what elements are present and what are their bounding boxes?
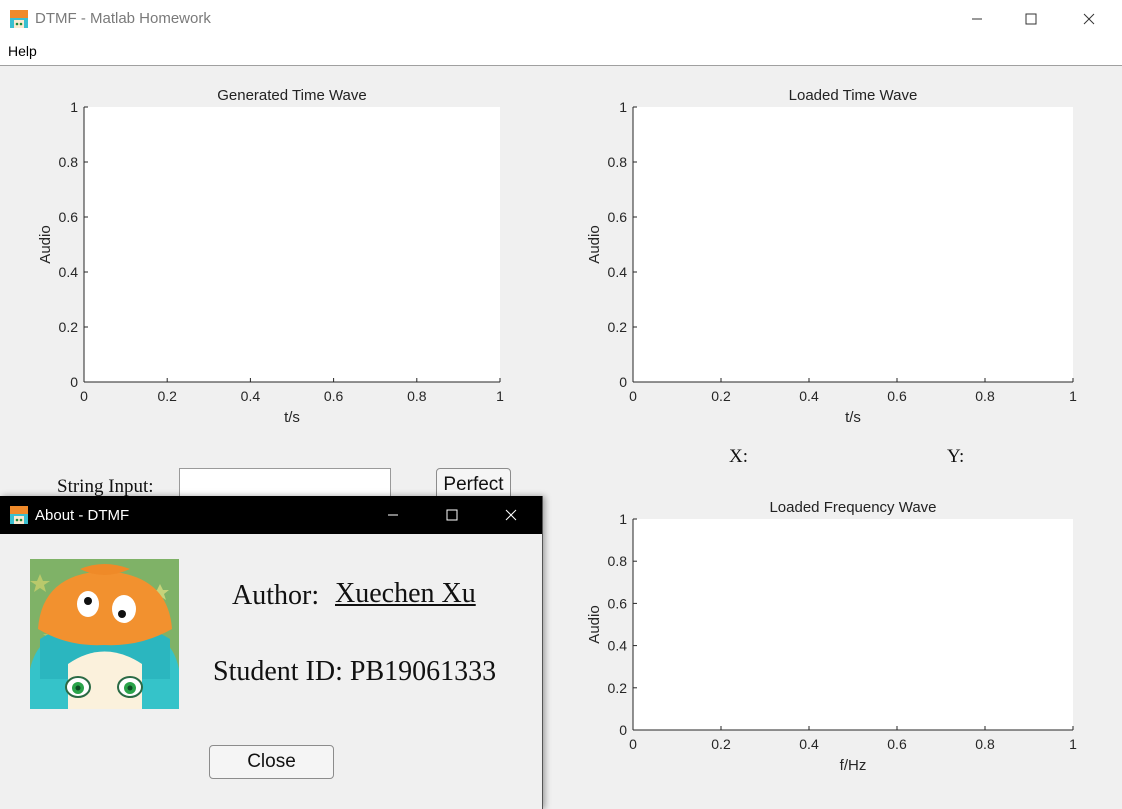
x-tick-label: 0.6 [887, 736, 907, 752]
x-tick-label: 0.4 [799, 388, 819, 404]
maximize-icon [446, 509, 458, 521]
x-tick-label: 0 [629, 736, 637, 752]
y-tick-label: 0.6 [608, 209, 628, 225]
about-title: About - DTMF [35, 507, 130, 524]
y-tick-label: 1 [619, 99, 627, 115]
x-tick-label: 0 [80, 388, 88, 404]
y-tick-label: 0 [619, 374, 627, 390]
x-coordinate-label: X: [729, 446, 748, 467]
about-maximize-button[interactable] [429, 496, 475, 534]
y-tick-label: 0.2 [59, 319, 79, 335]
generated-time-axes[interactable]: 0 0.2 0.4 0.6 0.8 1 0 0.2 0.4 0.6 0.8 1 t/s Audio [0, 0, 560, 440]
close-icon [505, 509, 517, 521]
y-axis-label: Audio [586, 605, 603, 643]
x-tick-label: 0.2 [711, 388, 731, 404]
x-tick-label: 1 [496, 388, 504, 404]
x-axis-label: t/s [845, 409, 861, 426]
about-minimize-button[interactable] [370, 496, 416, 534]
x-tick-label: 0 [629, 388, 637, 404]
x-tick-label: 0.6 [324, 388, 344, 404]
x-tick-label: 0.6 [887, 388, 907, 404]
plot-area [633, 107, 1073, 382]
about-titlebar: About - DTMF [0, 496, 542, 534]
author-label: Author: [232, 580, 320, 611]
avatar-image [30, 559, 179, 709]
x-axis-label: t/s [284, 409, 300, 426]
x-tick-label: 0.8 [407, 388, 427, 404]
y-tick-label: 0.8 [608, 154, 628, 170]
y-tick-label: 1 [70, 99, 78, 115]
y-tick-label: 0.2 [608, 680, 628, 696]
y-tick-label: 0.8 [59, 154, 79, 170]
minimize-icon [388, 514, 398, 516]
y-tick-label: 0 [619, 722, 627, 738]
y-tick-label: 0.8 [608, 553, 628, 569]
plot-area [84, 107, 500, 382]
x-tick-label: 0.2 [157, 388, 177, 404]
y-axis-label: Audio [586, 225, 603, 263]
y-tick-label: 0.6 [59, 209, 79, 225]
x-tick-label: 1 [1069, 736, 1077, 752]
y-tick-label: 0.6 [608, 595, 628, 611]
loaded-frequency-axes[interactable]: 0 0.2 0.4 0.6 0.8 1 0 0.2 0.4 0.6 0.8 1 f/Hz Audio [560, 490, 1122, 809]
x-tick-label: 0.4 [799, 736, 819, 752]
author-name-link[interactable]: Xuechen Xu [335, 578, 476, 610]
student-id-label: Student ID: PB19061333 [213, 656, 497, 687]
x-tick-label: 1 [1069, 388, 1077, 404]
x-tick-label: 0.2 [711, 736, 731, 752]
y-tick-label: 0.4 [608, 638, 628, 654]
y-tick-label: 0 [70, 374, 78, 390]
app-icon [10, 506, 28, 524]
x-tick-label: 0.4 [241, 388, 261, 404]
y-axis-label: Audio [37, 225, 54, 263]
x-tick-label: 0.8 [975, 736, 995, 752]
y-tick-label: 1 [619, 511, 627, 527]
x-axis-label: f/Hz [840, 757, 867, 774]
string-input-label: String Input: [57, 476, 154, 497]
plot-area [633, 519, 1073, 730]
x-tick-label: 0.8 [975, 388, 995, 404]
about-close-dialog-button[interactable]: Close [209, 745, 334, 779]
loaded-time-axes[interactable]: 0 0.2 0.4 0.6 0.8 1 0 0.2 0.4 0.6 0.8 1 t/s Audio [560, 0, 1122, 440]
about-dialog: About - DTMF Author: Xuechen Xu Student … [0, 496, 543, 809]
y-tick-label: 0.2 [608, 319, 628, 335]
y-tick-label: 0.4 [59, 264, 79, 280]
y-coordinate-label: Y: [947, 446, 965, 467]
y-tick-label: 0.4 [608, 264, 628, 280]
about-close-button[interactable] [488, 496, 534, 534]
